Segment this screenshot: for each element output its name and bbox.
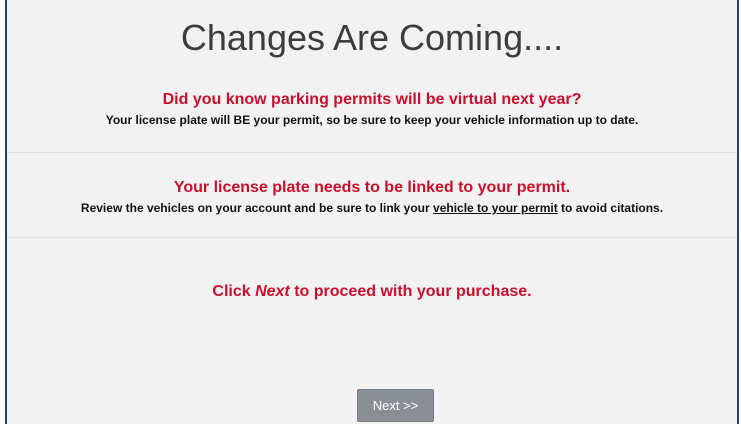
link-plate-notice: Your license plate needs to be linked to… [7,178,737,216]
link-plate-heading: Your license plate needs to be linked to… [173,179,571,196]
link-plate-body: Review the vehicles on your account and … [7,200,737,216]
next-button[interactable]: Next >> [357,389,434,422]
virtual-permit-body: Your license plate will BE your permit, … [105,113,639,127]
proceed-text-suffix: to proceed with your purchase. [289,283,532,300]
link-plate-body-start: Review the vehicles on your account and … [80,201,434,215]
page-title: Changes Are Coming.... [180,17,564,58]
virtual-permit-notice: Did you know parking permits will be vir… [7,90,737,128]
link-plate-body-end: to avoid citations. [557,201,664,215]
content-panel: Changes Are Coming.... Did you know park… [5,0,739,424]
vehicle-to-permit-link[interactable]: vehicle to your permit [433,201,558,215]
section-divider [7,152,737,153]
proceed-text: Click Next to proceed with your purchase… [7,282,737,302]
section-divider [7,237,737,238]
proceed-instruction: Click Next to proceed with your purchase… [7,282,737,302]
virtual-permit-heading: Did you know parking permits will be vir… [162,91,582,108]
proceed-text-next: Next [255,283,290,300]
proceed-text-prefix: Click [212,283,256,300]
